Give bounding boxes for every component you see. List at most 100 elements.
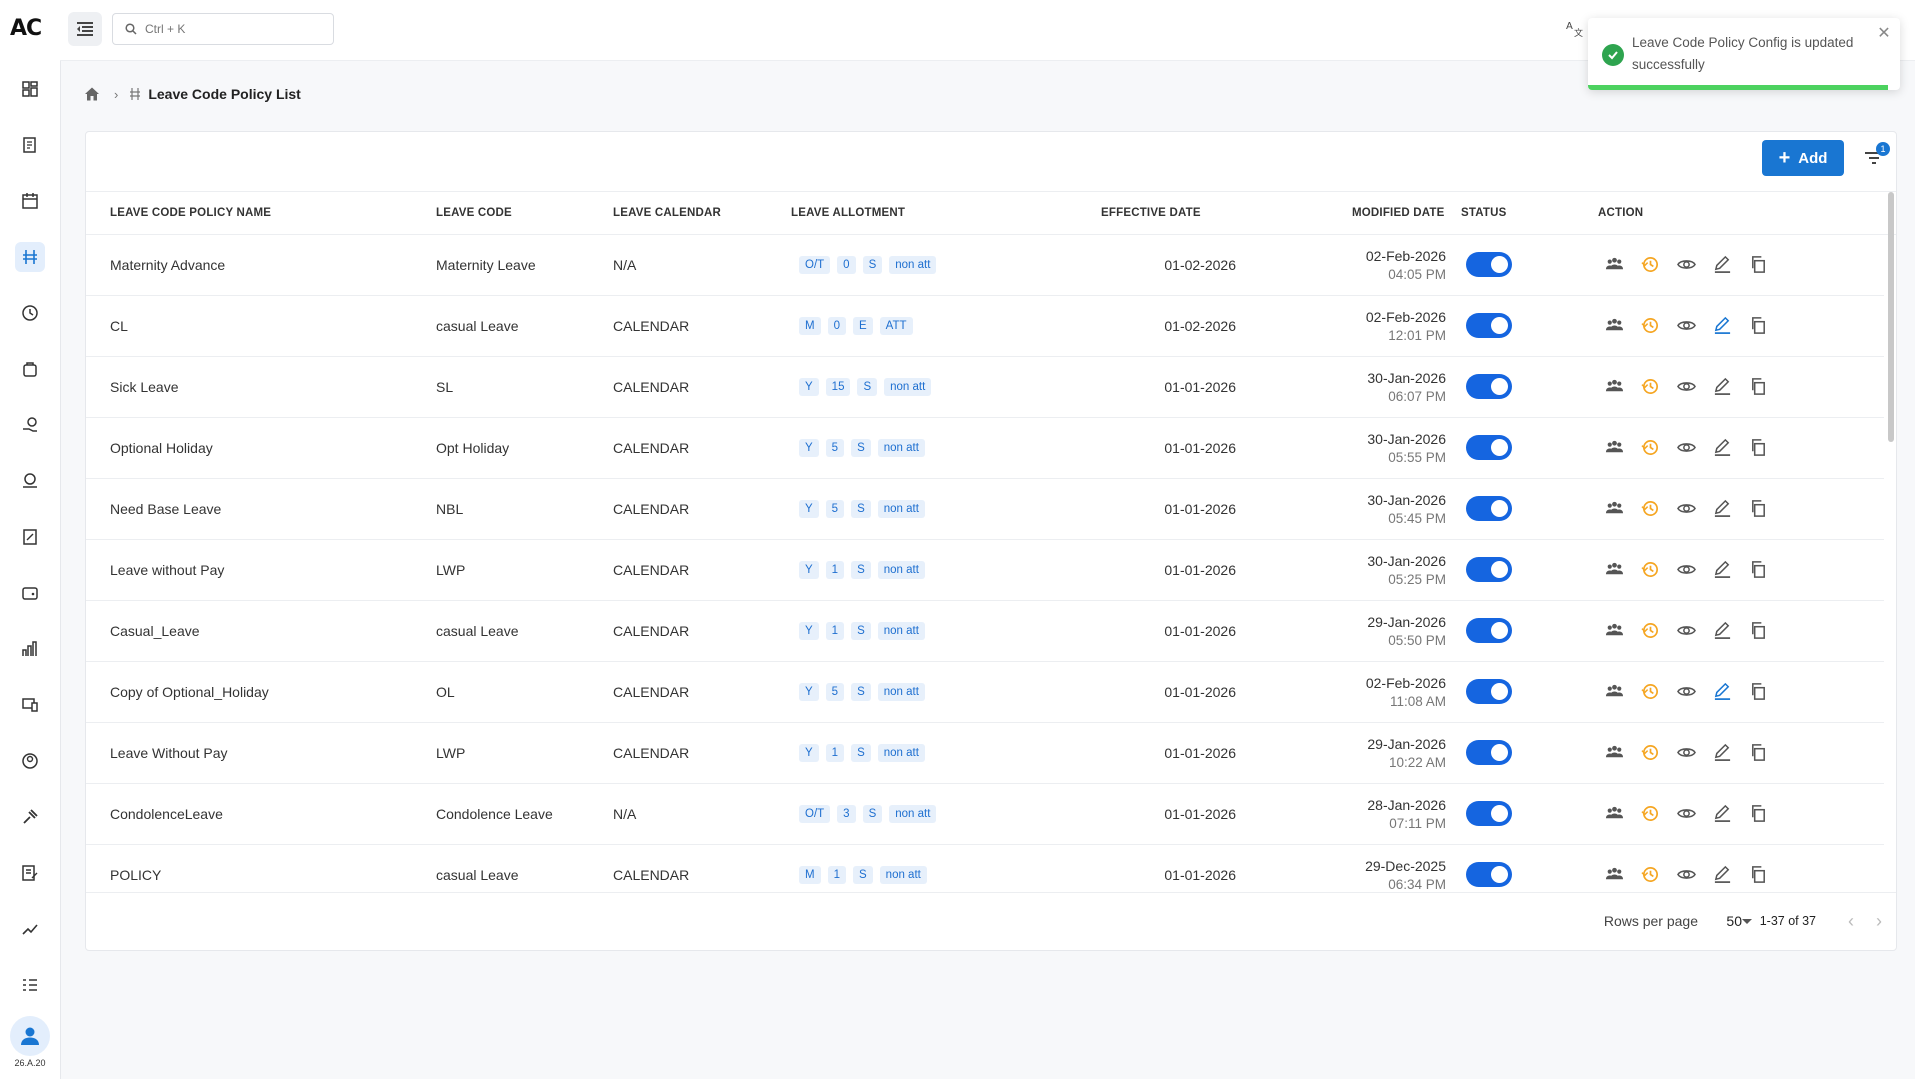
status-toggle[interactable] — [1466, 557, 1512, 582]
table-row[interactable]: Copy of Optional_Holiday OL CALENDAR Y 5 Snon… — [86, 661, 1884, 723]
view-button[interactable] — [1674, 558, 1698, 582]
table-row[interactable]: Leave without Pay LWP CALENDAR Y 1 Snon att 01… — [86, 539, 1884, 601]
sidebar-item-wallet[interactable] — [15, 578, 45, 608]
rows-per-page-select[interactable]: 50 — [1726, 913, 1742, 929]
copy-button[interactable] — [1746, 314, 1770, 338]
column-header-leave-code[interactable]: LEAVE CODE — [436, 192, 512, 234]
edit-button[interactable] — [1710, 680, 1734, 704]
history-button[interactable] — [1638, 680, 1662, 704]
copy-button[interactable] — [1746, 802, 1770, 826]
table-row[interactable]: CondolenceLeave Condolence Leave N/A O/T 3 Sn… — [86, 783, 1884, 845]
column-header-modified-date[interactable]: MODIFIED DATE — [1352, 192, 1444, 234]
add-button[interactable]: + Add — [1762, 140, 1844, 176]
caret-down-icon[interactable] — [1742, 919, 1752, 924]
history-button[interactable] — [1638, 314, 1662, 338]
copy-button[interactable] — [1746, 497, 1770, 521]
history-button[interactable] — [1638, 497, 1662, 521]
home-icon[interactable] — [84, 86, 100, 102]
history-button[interactable] — [1638, 619, 1662, 643]
assign-users-button[interactable] — [1602, 863, 1626, 887]
column-header-leave-calendar[interactable]: LEAVE CALENDAR — [613, 192, 721, 234]
sidebar-item-notes-edit[interactable] — [15, 858, 45, 888]
copy-button[interactable] — [1746, 863, 1770, 887]
sidebar-item-calendar[interactable] — [15, 186, 45, 216]
edit-button[interactable] — [1710, 375, 1734, 399]
view-button[interactable] — [1674, 863, 1698, 887]
view-button[interactable] — [1674, 802, 1698, 826]
copy-button[interactable] — [1746, 741, 1770, 765]
assign-users-button[interactable] — [1602, 741, 1626, 765]
view-button[interactable] — [1674, 680, 1698, 704]
status-toggle[interactable] — [1466, 374, 1512, 399]
close-icon[interactable]: ✕ — [1876, 26, 1892, 42]
menu-toggle-button[interactable] — [68, 12, 102, 46]
column-header-leave-allotment[interactable]: LEAVE ALLOTMENT — [791, 192, 905, 234]
table-row[interactable]: POLICY casual Leave CALENDAR M 1 Snon att 01-0… — [86, 844, 1884, 892]
table-row[interactable]: Maternity Advance Maternity Leave N/A O/T 0 S… — [86, 234, 1884, 296]
history-button[interactable] — [1638, 558, 1662, 582]
assign-users-button[interactable] — [1602, 314, 1626, 338]
sidebar-item-leave-code[interactable] — [15, 242, 45, 272]
copy-button[interactable] — [1746, 375, 1770, 399]
assign-users-button[interactable] — [1602, 619, 1626, 643]
sidebar-item-gavel[interactable] — [15, 802, 45, 832]
status-toggle[interactable] — [1466, 252, 1512, 277]
app-logo[interactable]: AC — [10, 16, 50, 42]
view-button[interactable] — [1674, 741, 1698, 765]
copy-button[interactable] — [1746, 253, 1770, 277]
assign-users-button[interactable] — [1602, 558, 1626, 582]
search-box[interactable] — [112, 13, 334, 45]
edit-button[interactable] — [1710, 436, 1734, 460]
status-toggle[interactable] — [1466, 618, 1512, 643]
column-header-status[interactable]: STATUS — [1461, 192, 1507, 234]
sidebar-item-percent-doc[interactable] — [15, 522, 45, 552]
column-header-effective-date[interactable]: EFFECTIVE DATE — [1101, 192, 1201, 234]
table-scrollbar[interactable] — [1888, 192, 1894, 442]
edit-button[interactable] — [1710, 741, 1734, 765]
column-header-name[interactable]: LEAVE CODE POLICY NAME — [110, 192, 271, 234]
status-toggle[interactable] — [1466, 740, 1512, 765]
edit-button[interactable] — [1710, 619, 1734, 643]
history-button[interactable] — [1638, 863, 1662, 887]
assign-users-button[interactable] — [1602, 436, 1626, 460]
history-button[interactable] — [1638, 436, 1662, 460]
sidebar-item-hand-coin[interactable] — [15, 410, 45, 440]
translate-icon[interactable]: A文 — [1565, 18, 1585, 38]
status-toggle[interactable] — [1466, 435, 1512, 460]
table-row[interactable]: Leave Without Pay LWP CALENDAR Y 1 Snon att 01… — [86, 722, 1884, 784]
table-row[interactable]: Optional Holiday Opt Holiday CALENDAR Y 5 Sno… — [86, 417, 1884, 479]
assign-users-button[interactable] — [1602, 253, 1626, 277]
table-row[interactable]: Casual_Leave casual Leave CALENDAR Y 1 Snon a… — [86, 600, 1884, 662]
copy-button[interactable] — [1746, 558, 1770, 582]
view-button[interactable] — [1674, 375, 1698, 399]
previous-page-icon[interactable]: ‹ — [1848, 911, 1854, 932]
status-toggle[interactable] — [1466, 313, 1512, 338]
history-button[interactable] — [1638, 375, 1662, 399]
assign-users-button[interactable] — [1602, 802, 1626, 826]
edit-button[interactable] — [1710, 863, 1734, 887]
view-button[interactable] — [1674, 497, 1698, 521]
view-button[interactable] — [1674, 436, 1698, 460]
assign-users-button[interactable] — [1602, 375, 1626, 399]
sidebar-item-checklist[interactable] — [15, 970, 45, 1000]
sidebar-item-briefcase[interactable] — [15, 354, 45, 384]
view-button[interactable] — [1674, 253, 1698, 277]
table-row[interactable]: CL casual Leave CALENDAR M 0 E ATT 01-02-2026 02… — [86, 295, 1884, 357]
history-button[interactable] — [1638, 741, 1662, 765]
edit-button[interactable] — [1710, 558, 1734, 582]
filter-button[interactable]: 1 — [1860, 142, 1890, 172]
status-toggle[interactable] — [1466, 801, 1512, 826]
assign-users-button[interactable] — [1602, 497, 1626, 521]
copy-button[interactable] — [1746, 436, 1770, 460]
sidebar-item-money[interactable] — [15, 466, 45, 496]
search-input[interactable] — [143, 21, 327, 37]
copy-button[interactable] — [1746, 680, 1770, 704]
edit-button[interactable] — [1710, 253, 1734, 277]
status-toggle[interactable] — [1466, 862, 1512, 887]
edit-button[interactable] — [1710, 314, 1734, 338]
next-page-icon[interactable]: › — [1876, 911, 1882, 932]
sidebar-item-user-circle[interactable] — [15, 746, 45, 776]
edit-button[interactable] — [1710, 802, 1734, 826]
history-button[interactable] — [1638, 253, 1662, 277]
sidebar-item-trend[interactable] — [15, 914, 45, 944]
